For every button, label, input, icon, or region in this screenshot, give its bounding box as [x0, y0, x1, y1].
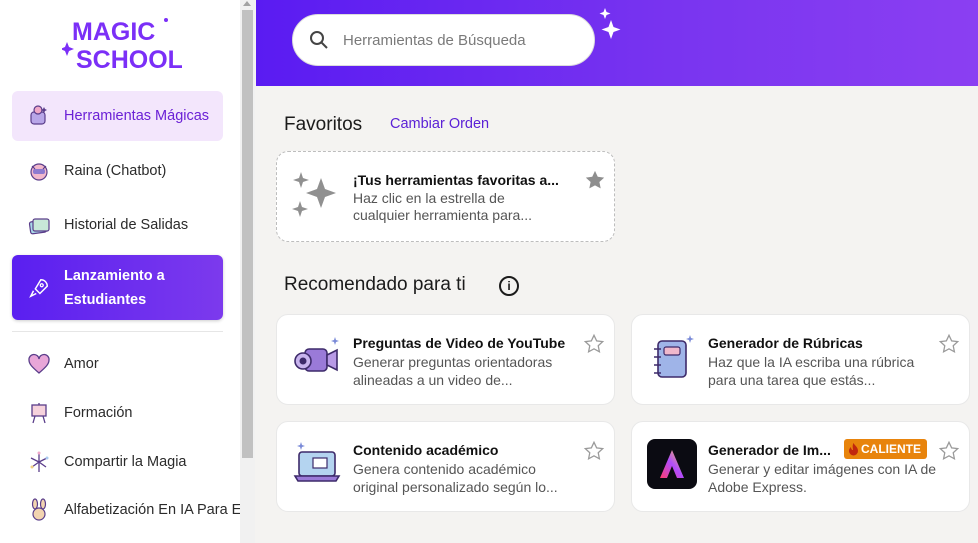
favorites-empty-card: ¡Tus herramientas favoritas a... Haz cli…	[276, 151, 615, 242]
magic-tools-icon	[26, 103, 52, 129]
sidebar-item-label: Compartir la Magia	[64, 454, 187, 470]
notebook-icon	[644, 329, 700, 385]
tool-card-generador-imagenes[interactable]: Generador de Im... CALIENTE Generar y ed…	[631, 421, 970, 512]
sidebar-item-historial[interactable]: Historial de Salidas	[12, 200, 223, 250]
svg-text:SCHOOL: SCHOOL	[76, 46, 182, 74]
sidebar-item-label: Historial de Salidas	[64, 217, 189, 233]
bunny-icon	[26, 497, 52, 523]
tool-card-youtube[interactable]: Preguntas de Video de YouTube Generar pr…	[276, 314, 615, 405]
info-icon[interactable]: i	[499, 276, 519, 296]
sparkles-icon	[292, 172, 336, 217]
raina-chatbot-icon	[26, 158, 52, 184]
fireworks-icon	[26, 449, 52, 475]
scrollbar-thumb[interactable]	[242, 10, 253, 458]
sidebar-item-label: Lanzamiento a Estudiantes	[64, 267, 165, 308]
favorites-empty-title: ¡Tus herramientas favoritas a...	[353, 172, 559, 188]
rocket-icon	[26, 275, 52, 301]
tool-card-rubricas[interactable]: Generador de Rúbricas Haz que la IA escr…	[631, 314, 970, 405]
favorite-star-icon[interactable]	[938, 333, 960, 355]
card-desc: Generar y editar imágenes con IA de Adob…	[708, 461, 937, 495]
card-title: Preguntas de Video de YouTube	[353, 335, 566, 351]
sidebar-divider	[12, 331, 223, 332]
easel-icon	[26, 400, 52, 426]
favorite-star-icon[interactable]	[938, 440, 960, 462]
sidebar-item-lanzamiento[interactable]: Lanzamiento a Estudiantes	[12, 255, 223, 320]
search-icon	[309, 30, 329, 50]
sidebar: MAGIC SCHOOL Herramientas Mágicas Raina …	[0, 0, 240, 543]
sidebar-item-amor[interactable]: Amor	[12, 340, 223, 388]
video-camera-icon	[289, 329, 345, 385]
hot-badge: CALIENTE	[844, 439, 927, 459]
card-desc: Generar preguntas orientadoras alineadas…	[353, 354, 553, 388]
sidebar-item-label: Raina (Chatbot)	[64, 163, 167, 179]
top-header: Herramientas de Búsqueda	[256, 0, 978, 86]
favorite-star-icon[interactable]	[583, 440, 605, 462]
sparkle-icon	[599, 8, 621, 39]
sidebar-item-alfabetizacion[interactable]: Alfabetización En IA Para E	[12, 486, 240, 534]
favorites-empty-desc: Haz clic en la estrella de cualquier her…	[353, 190, 532, 223]
card-title: Generador de Im...	[708, 442, 831, 458]
sidebar-item-herramientas-magicas[interactable]: Herramientas Mágicas	[12, 91, 223, 141]
favorites-title: Favoritos	[284, 114, 363, 135]
card-desc: Haz que la IA escriba una rúbrica para u…	[708, 354, 915, 388]
star-icon[interactable]	[584, 169, 606, 191]
sidebar-item-raina-chatbot[interactable]: Raina (Chatbot)	[12, 146, 223, 196]
sidebar-item-label: Herramientas Mágicas	[64, 108, 210, 124]
laptop-icon	[289, 436, 345, 492]
sidebar-scrollbar[interactable]	[240, 0, 255, 543]
adobe-express-icon	[644, 436, 700, 492]
scroll-up-arrow-icon[interactable]	[243, 1, 251, 6]
favorite-star-icon[interactable]	[583, 333, 605, 355]
sidebar-item-compartir[interactable]: Compartir la Magia	[12, 438, 223, 486]
search-input[interactable]: Herramientas de Búsqueda	[292, 14, 595, 66]
heart-icon	[26, 351, 52, 377]
sidebar-item-label: Alfabetización En IA Para E	[64, 502, 240, 518]
search-placeholder: Herramientas de Búsqueda	[343, 31, 526, 49]
card-title: Generador de Rúbricas	[708, 335, 863, 351]
sidebar-item-label: Formación	[64, 405, 133, 421]
sidebar-item-label: Amor	[64, 356, 99, 372]
svg-text:MAGIC: MAGIC	[72, 18, 155, 46]
magicschool-logo[interactable]: MAGIC SCHOOL	[62, 14, 182, 74]
card-desc: Genera contenido académico original pers…	[353, 461, 558, 495]
tool-card-contenido-academico[interactable]: Contenido académico Genera contenido aca…	[276, 421, 615, 512]
history-icon	[26, 212, 52, 238]
sidebar-item-formacion[interactable]: Formación	[12, 389, 223, 437]
card-title: Contenido académico	[353, 442, 499, 458]
change-order-link[interactable]: Cambiar Orden	[390, 116, 489, 132]
badge-label: CALIENTE	[861, 442, 921, 456]
main-content: Favoritos Cambiar Orden ¡Tus herramienta…	[256, 86, 978, 543]
recommended-title: Recomendado para ti	[284, 274, 466, 295]
fire-icon	[849, 442, 858, 455]
